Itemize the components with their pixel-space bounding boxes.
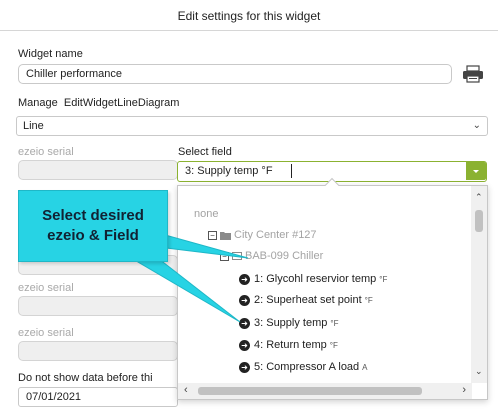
- callout-line-1: Select desired: [42, 207, 144, 224]
- callout-line-2: ezeio & Field: [47, 227, 139, 244]
- callout-box: Select desired ezeio & Field: [18, 190, 168, 262]
